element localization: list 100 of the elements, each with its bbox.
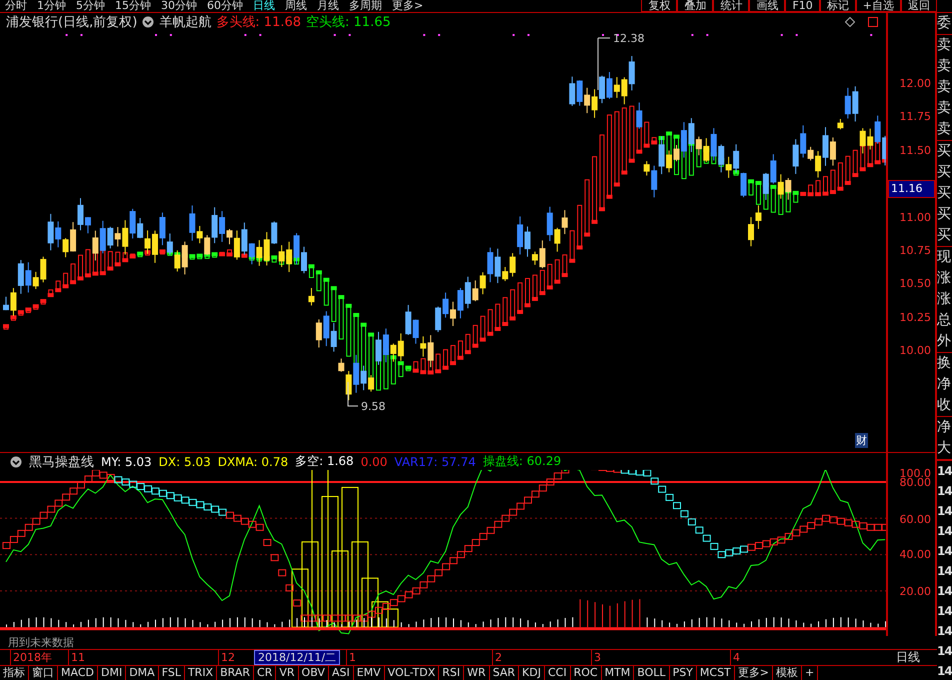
indicator-tab[interactable]: 窗口 xyxy=(29,666,58,680)
indicator-tab[interactable]: OBV xyxy=(298,666,329,680)
indicator-tab[interactable]: CCI xyxy=(544,666,571,680)
sidebar-label: 涨 xyxy=(937,269,952,288)
period-tab[interactable]: 多周期 xyxy=(344,0,387,12)
sidebar-label: 买 xyxy=(937,142,952,161)
indicator-tab[interactable]: CR xyxy=(254,666,276,680)
axis-label: 20.00 xyxy=(900,584,931,600)
sidebar-label: 净 xyxy=(937,375,952,394)
indicator-value: MY: 5.03 xyxy=(101,454,152,468)
period-tab[interactable]: 1分钟 xyxy=(32,0,71,12)
indicator-tab[interactable]: RSI xyxy=(439,666,464,680)
indicator-value: 空头线: 11.65 xyxy=(306,14,391,30)
indicator-tab[interactable]: BOLL xyxy=(634,666,670,680)
indicator-tab[interactable]: BRAR xyxy=(217,666,254,680)
axis-label: 60.00 xyxy=(900,512,931,528)
axis-label: 11.50 xyxy=(900,142,931,159)
sidebar-label: 委 xyxy=(937,14,952,33)
sidebar-value: 14 xyxy=(937,463,952,480)
axis-label: 10.25 xyxy=(900,310,931,326)
indicator-tab[interactable]: 更多> xyxy=(734,666,773,680)
axis-label: 10.00 xyxy=(900,343,931,360)
indicator-value: DXMA: 0.78 xyxy=(218,454,288,468)
date-label: 2018年 xyxy=(10,650,52,665)
sidebar-label: 净 xyxy=(937,418,952,437)
indicator-tab[interactable]: DMI xyxy=(98,666,126,680)
sidebar-value: 14 xyxy=(937,503,952,520)
period-tab[interactable]: 日线 xyxy=(248,0,280,12)
indicator-tab[interactable]: FSL xyxy=(158,666,185,680)
sidebar-label: 卖 xyxy=(937,36,952,55)
indicator-tab[interactable]: MACD xyxy=(58,666,98,680)
axis-label: 80.00 xyxy=(900,476,931,491)
indicator-tab[interactable]: TRIX xyxy=(184,666,218,680)
indicator-tab[interactable]: EMV xyxy=(354,666,385,680)
toolbar-button[interactable]: +自选 xyxy=(856,0,901,12)
indicator-name: 羊帆起航 xyxy=(159,14,212,30)
toolbar-button[interactable]: 标记 xyxy=(820,0,856,12)
sidebar-value: 14 xyxy=(937,603,952,620)
price-label: 9.58 xyxy=(361,400,386,413)
period-tab[interactable]: 月线 xyxy=(312,0,344,12)
axis-label: 10.75 xyxy=(900,243,931,259)
indicator-tab[interactable]: MTM xyxy=(602,666,634,680)
indicator-tab[interactable]: KDJ xyxy=(519,666,545,680)
diamond-icon[interactable] xyxy=(845,16,855,26)
sidebar-label: 外 xyxy=(937,332,952,351)
leader-line xyxy=(348,382,358,406)
sidebar-value: 14 xyxy=(937,663,952,680)
sidebar-label: 收 xyxy=(937,396,952,415)
indicator-tab[interactable]: ROC xyxy=(570,666,602,680)
period-tab[interactable]: 60分钟 xyxy=(202,0,248,12)
leader-line xyxy=(598,38,610,90)
sidebar-label: 总 xyxy=(937,311,952,330)
dropdown-icon[interactable] xyxy=(10,456,22,468)
period-tab[interactable]: 更多> xyxy=(387,0,428,12)
indicator-value: 多头线: 11.68 xyxy=(216,14,302,30)
sidebar-value: 14 xyxy=(937,563,952,580)
price-label: 12.38 xyxy=(613,32,644,45)
sidebar-label: 卖 xyxy=(937,99,952,118)
sidebar-label: 大 xyxy=(937,439,952,458)
sidebar-label: 卖 xyxy=(937,120,952,139)
indicator-value: DX: 5.03 xyxy=(158,454,211,468)
period-tab[interactable]: 5分钟 xyxy=(71,0,110,12)
period-tab[interactable]: 15分钟 xyxy=(110,0,156,12)
period-tab[interactable]: 分时 xyxy=(0,0,32,12)
indicator-value: VAR17: 57.74 xyxy=(394,454,476,468)
indicator-tab[interactable]: ASI xyxy=(328,666,354,680)
indicator-tab[interactable]: PSY xyxy=(670,666,697,680)
indicator-tab[interactable]: DMA xyxy=(126,666,159,680)
indicator-tab[interactable]: + xyxy=(802,666,818,680)
toolbar-button[interactable]: 画线 xyxy=(749,0,786,12)
toolbar-button[interactable]: F10 xyxy=(785,0,820,12)
indicator-tab[interactable]: SAR xyxy=(490,666,520,680)
axis-label: 10.50 xyxy=(900,276,931,292)
sidebar-label: 买 xyxy=(937,163,952,182)
period-tab[interactable]: 周线 xyxy=(280,0,312,12)
square-icon[interactable] xyxy=(868,16,878,26)
dropdown-icon[interactable] xyxy=(142,16,154,28)
sidebar-value: 14 xyxy=(937,623,952,640)
indicator-tab[interactable]: VOL-TDX xyxy=(384,666,440,680)
toolbar-button[interactable]: 统计 xyxy=(713,0,750,12)
date-label: 12 xyxy=(218,650,235,665)
indicator-name: 黑马操盘线 xyxy=(29,454,94,470)
finance-badge[interactable]: 财 xyxy=(855,433,868,448)
toolbar-button[interactable]: 返回 xyxy=(901,0,937,12)
warning-text: 用到未来数据 xyxy=(7,635,74,650)
period-tab[interactable]: 30分钟 xyxy=(156,0,202,12)
date-label: 11 xyxy=(68,650,85,665)
sidebar-label: 买 xyxy=(937,184,952,203)
indicator-tab[interactable]: MCST xyxy=(696,666,735,680)
axis-label: 40.00 xyxy=(900,547,931,563)
sidebar-value: 14 xyxy=(937,483,952,500)
date-label: 2 xyxy=(492,650,502,665)
toolbar-button[interactable]: 叠加 xyxy=(677,0,714,12)
toolbar-button[interactable]: 复权 xyxy=(641,0,678,12)
sidebar-label: 卖 xyxy=(937,78,952,97)
indicator-tab[interactable]: WR xyxy=(464,666,490,680)
indicator-tab[interactable]: 模板 xyxy=(773,666,802,680)
indicator-tab[interactable]: 指标 xyxy=(0,666,29,680)
indicator-tab[interactable]: VR xyxy=(276,666,299,680)
cursor-date: 2018/12/11/二 xyxy=(254,650,340,665)
